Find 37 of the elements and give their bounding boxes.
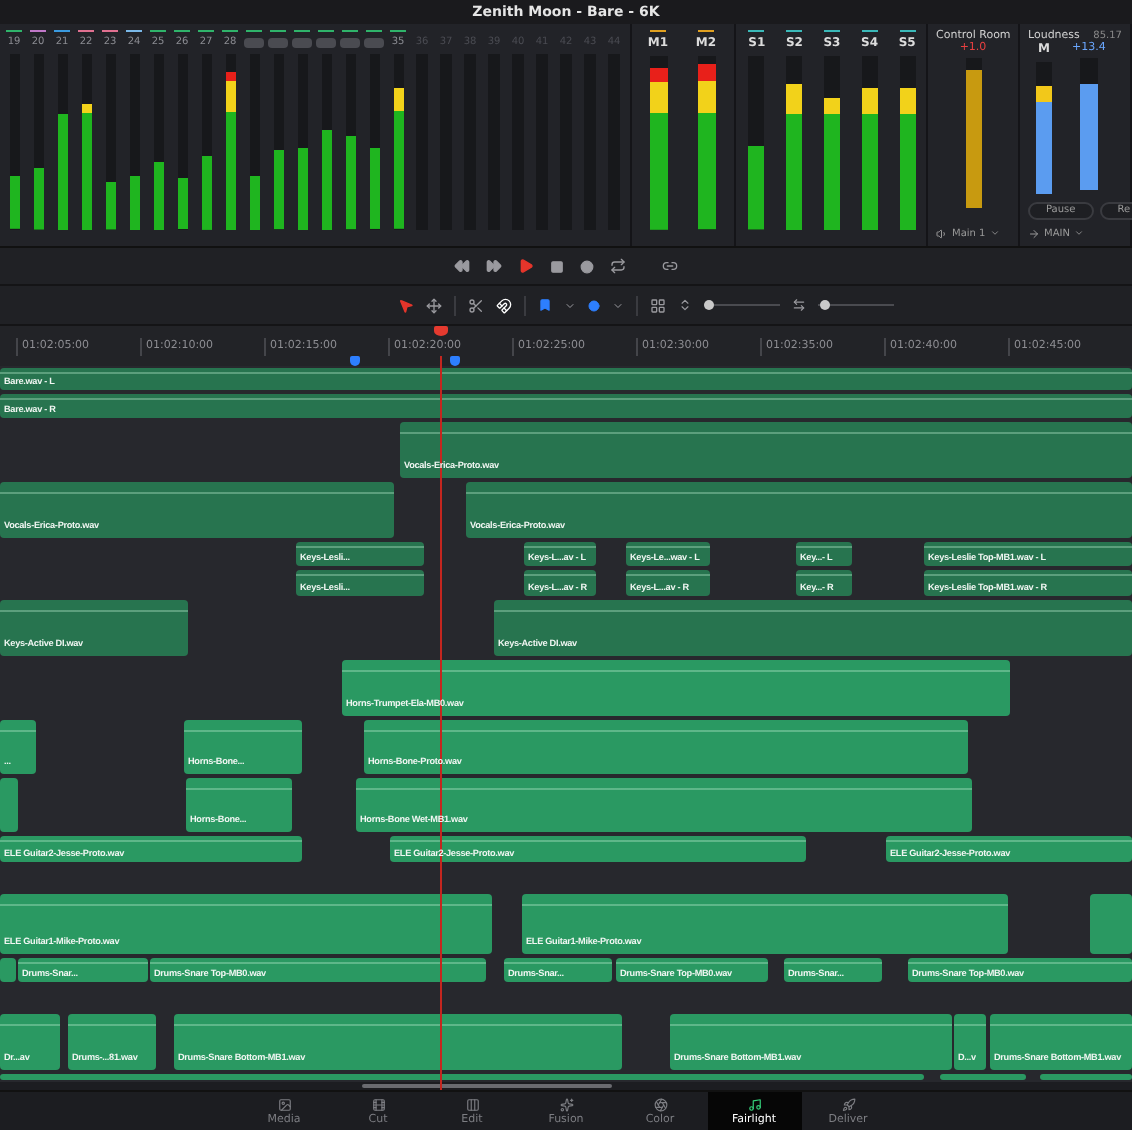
grid-icon[interactable] [650,297,666,314]
fast-forward-icon[interactable] [486,258,502,275]
vertical-zoom-icon[interactable] [678,298,692,313]
pointer-icon[interactable] [398,297,414,314]
link-icon[interactable] [662,258,678,275]
audio-clip[interactable] [940,1074,1026,1081]
play-icon[interactable] [518,258,534,275]
caret-icon[interactable] [564,299,576,312]
caret-icon[interactable] [612,299,624,312]
marker-icon[interactable] [350,356,360,367]
scissors-icon[interactable] [468,297,484,314]
playhead-handle[interactable] [434,326,448,337]
audio-clip[interactable] [1040,1074,1132,1081]
caret-icon [989,228,1000,239]
audio-clip[interactable] [0,778,18,833]
scrollbar-thumb[interactable] [362,1084,612,1089]
arrow-icon [1028,227,1040,240]
page-icon [465,1097,479,1112]
page-icon [371,1097,385,1112]
page-icon [841,1097,855,1112]
marker-icon[interactable] [450,356,460,367]
page-icon [277,1097,291,1112]
audio-clip[interactable] [1090,894,1132,955]
audio-clip[interactable] [0,958,16,983]
loop-icon[interactable] [610,258,626,275]
marker-icon[interactable] [588,299,600,312]
magnet-icon[interactable] [496,297,512,314]
horizontal-zoom-icon[interactable] [792,298,806,313]
rewind-icon[interactable] [454,258,470,275]
audio-clip[interactable] [0,1074,924,1081]
page-icon [559,1097,573,1112]
page-icon [747,1097,761,1112]
caret-icon [1073,228,1084,239]
speaker-icon [936,227,948,240]
stop-icon[interactable] [550,259,564,274]
page-icon [653,1097,667,1112]
record-icon[interactable] [580,259,594,274]
